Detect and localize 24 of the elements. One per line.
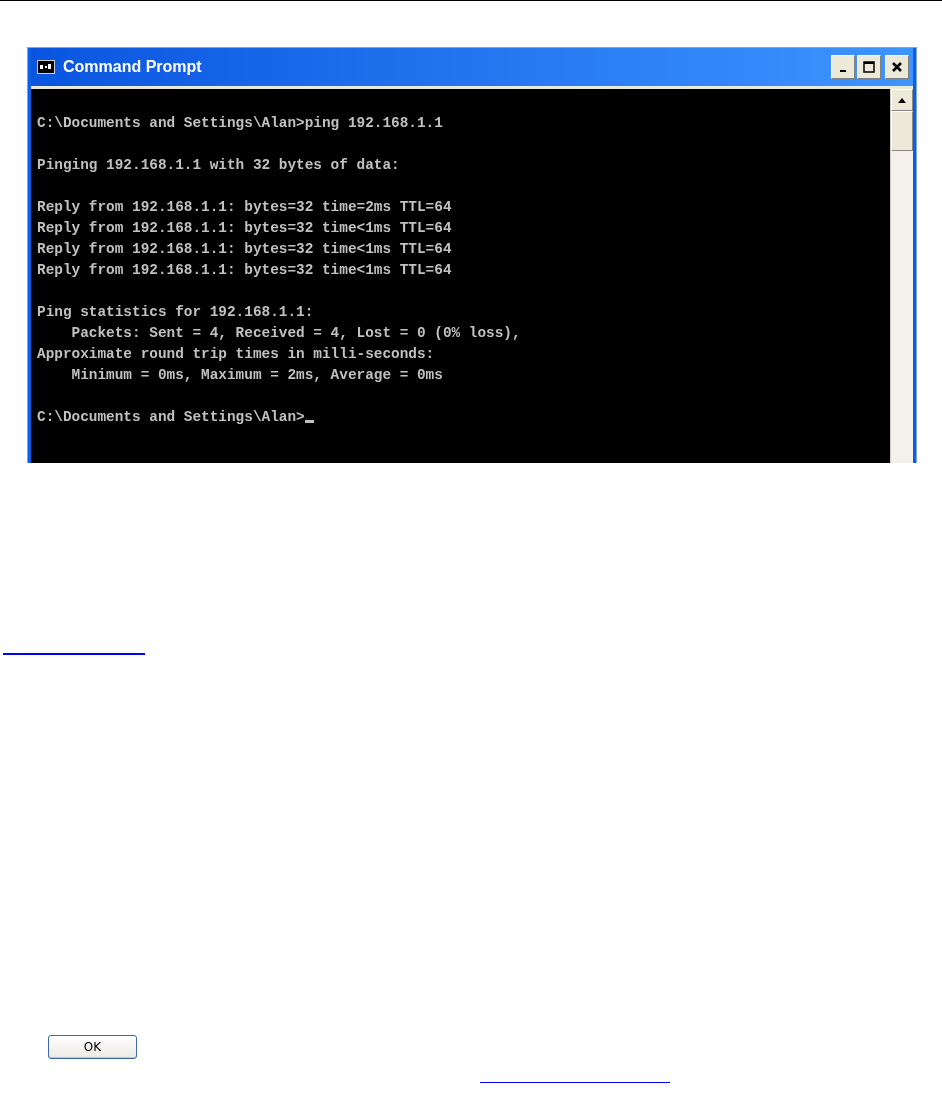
up-arrow-icon — [898, 97, 906, 103]
console-line: C:\Documents and Settings\Alan>ping 192.168.1.1 — [37, 115, 443, 131]
console-icon — [37, 60, 55, 74]
minimize-icon — [840, 70, 846, 72]
console-line: Reply from 192.168.1.1: bytes=32 time=2ms TTL=64 — [37, 199, 452, 215]
minimize-button[interactable] — [831, 55, 855, 79]
scrollbar-thumb[interactable] — [891, 111, 913, 151]
scrollbar[interactable] — [890, 89, 913, 463]
ok-button[interactable]: OK — [48, 1035, 137, 1059]
console-line: Ping statistics for 192.168.1.1: — [37, 304, 314, 320]
close-button[interactable] — [885, 55, 909, 79]
window-title: Command Prompt — [63, 58, 203, 76]
console-line: Packets: Sent = 4, Received = 4, Lost = 0 (0% loss), — [70, 325, 521, 341]
console-line: Reply from 192.168.1.1: bytes=32 time<1ms TTL=64 — [37, 241, 452, 257]
console-line: C:\Documents and Settings\Alan> — [37, 409, 305, 425]
scroll-up-button[interactable] — [891, 89, 913, 111]
maximize-button[interactable] — [857, 55, 881, 79]
console-line: Reply from 192.168.1.1: bytes=32 time<1ms TTL=64 — [37, 220, 452, 236]
console-line: Reply from 192.168.1.1: bytes=32 time<1ms TTL=64 — [37, 262, 452, 278]
maximize-icon — [863, 61, 875, 73]
console-line: Pinging 192.168.1.1 with 32 bytes of data: — [37, 157, 400, 173]
console-line: Minimum = 0ms, Maximum = 2ms, Average = 0ms — [70, 367, 443, 383]
close-icon — [891, 61, 903, 73]
console-line: Approximate round trip times in milli-seconds: — [37, 346, 435, 362]
